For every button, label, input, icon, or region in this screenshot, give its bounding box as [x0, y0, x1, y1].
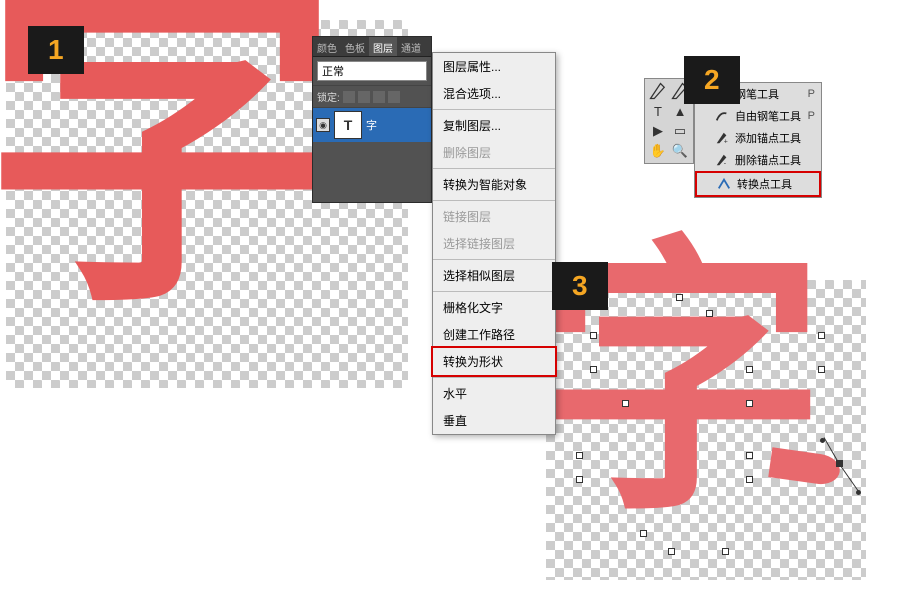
mi-horizontal[interactable]: 水平 [433, 380, 555, 407]
freeform-pen-icon [715, 109, 729, 123]
menu-separator [433, 200, 555, 201]
mi-layer-properties[interactable]: 图层属性... [433, 53, 555, 80]
flyout-label: 自由钢笔工具 [735, 108, 801, 124]
lock-pixels-icon[interactable] [358, 91, 370, 103]
mi-delete-layer: 删除图层 [433, 139, 555, 166]
anchor-point[interactable] [746, 476, 753, 483]
step-badge-3: 3 [552, 262, 608, 310]
menu-separator [433, 377, 555, 378]
anchor-point[interactable] [706, 310, 713, 317]
mi-link-layers: 链接图层 [433, 203, 555, 230]
menu-separator [433, 109, 555, 110]
visibility-toggle-icon[interactable]: ◉ [316, 118, 330, 132]
anchor-point[interactable] [818, 366, 825, 373]
mi-select-linked: 选择链接图层 [433, 230, 555, 257]
lock-row: 锁定: [313, 85, 431, 108]
anchor-point[interactable] [576, 476, 583, 483]
mi-vertical[interactable]: 垂直 [433, 407, 555, 434]
svg-text:-: - [724, 160, 727, 167]
tab-swatch[interactable]: 色板 [341, 37, 369, 56]
svg-text:+: + [724, 138, 728, 145]
lock-position-icon[interactable] [373, 91, 385, 103]
step-badge-2: 2 [684, 56, 740, 104]
flyout-label: 钢笔工具 [735, 86, 779, 102]
convert-point-icon [717, 177, 731, 191]
anchor-point[interactable] [746, 452, 753, 459]
anchor-point[interactable] [640, 530, 647, 537]
shape-tool-button[interactable]: ▭ [670, 122, 690, 140]
hand-tool-button[interactable]: ✋ [648, 142, 668, 160]
pen-tool-button[interactable] [648, 82, 668, 100]
layer-context-menu[interactable]: 图层属性... 混合选项... 复制图层... 删除图层 转换为智能对象 链接图… [432, 52, 556, 435]
canvas-step3: 字 [546, 280, 866, 580]
anchor-point[interactable] [668, 548, 675, 555]
mi-create-work-path[interactable]: 创建工作路径 [433, 321, 555, 348]
lock-transparency-icon[interactable] [343, 91, 355, 103]
lock-all-icon[interactable] [388, 91, 400, 103]
flyout-convert-point-tool[interactable]: 转换点工具 [695, 171, 821, 197]
delete-anchor-icon: - [715, 153, 729, 167]
blend-mode-select[interactable]: 正常 [317, 61, 427, 81]
menu-separator [433, 168, 555, 169]
mi-rasterize-type[interactable]: 栅格化文字 [433, 294, 555, 321]
flyout-label: 添加锚点工具 [735, 130, 801, 146]
mi-select-similar[interactable]: 选择相似图层 [433, 262, 555, 289]
layers-panel[interactable]: 颜色 色板 图层 通道 正常 锁定: ◉ T 字 [312, 36, 432, 203]
flyout-label: 转换点工具 [737, 176, 792, 192]
mi-convert-smart-object[interactable]: 转换为智能对象 [433, 171, 555, 198]
layer-thumbnail[interactable]: T [334, 111, 362, 139]
bezier-handle-end[interactable] [856, 490, 861, 495]
anchor-point[interactable] [746, 400, 753, 407]
layer-list: ◉ T 字 [313, 108, 431, 202]
tab-layers[interactable]: 图层 [369, 37, 397, 56]
panel-tabs[interactable]: 颜色 色板 图层 通道 [313, 37, 431, 57]
flyout-label: 删除锚点工具 [735, 152, 801, 168]
anchor-point[interactable] [818, 332, 825, 339]
tab-color[interactable]: 颜色 [313, 37, 341, 56]
anchor-point[interactable] [676, 294, 683, 301]
mi-convert-to-shape[interactable]: 转换为形状 [431, 346, 557, 377]
type-tool-button[interactable]: T [648, 102, 668, 120]
flyout-shortcut: P [808, 88, 815, 100]
tab-channels[interactable]: 通道 [397, 37, 425, 56]
anchor-point[interactable] [590, 332, 597, 339]
mi-duplicate-layer[interactable]: 复制图层... [433, 112, 555, 139]
blend-mode-row: 正常 [313, 57, 431, 85]
menu-separator [433, 259, 555, 260]
flyout-delete-anchor-tool[interactable]: - 删除锚点工具 [695, 149, 821, 171]
anchor-point[interactable] [722, 548, 729, 555]
flyout-freeform-pen-tool[interactable]: 自由钢笔工具 P [695, 105, 821, 127]
flyout-shortcut: P [808, 110, 815, 122]
direct-select-tool-button[interactable]: ▶ [648, 122, 668, 140]
layer-item-text[interactable]: ◉ T 字 [313, 108, 431, 142]
step-badge-1: 1 [28, 26, 84, 74]
flyout-add-anchor-tool[interactable]: + 添加锚点工具 [695, 127, 821, 149]
zoom-tool-button[interactable]: 🔍 [670, 142, 690, 160]
bezier-handle[interactable] [839, 463, 859, 491]
anchor-point[interactable] [576, 452, 583, 459]
path-select-tool-button[interactable]: ▲ [670, 102, 690, 120]
bezier-handle-end[interactable] [820, 438, 825, 443]
anchor-point[interactable] [746, 366, 753, 373]
anchor-point[interactable] [590, 366, 597, 373]
menu-separator [433, 291, 555, 292]
mi-blending-options[interactable]: 混合选项... [433, 80, 555, 107]
anchor-point[interactable] [622, 400, 629, 407]
layer-name[interactable]: 字 [366, 117, 377, 133]
add-anchor-icon: + [715, 131, 729, 145]
lock-label: 锁定: [317, 89, 340, 104]
